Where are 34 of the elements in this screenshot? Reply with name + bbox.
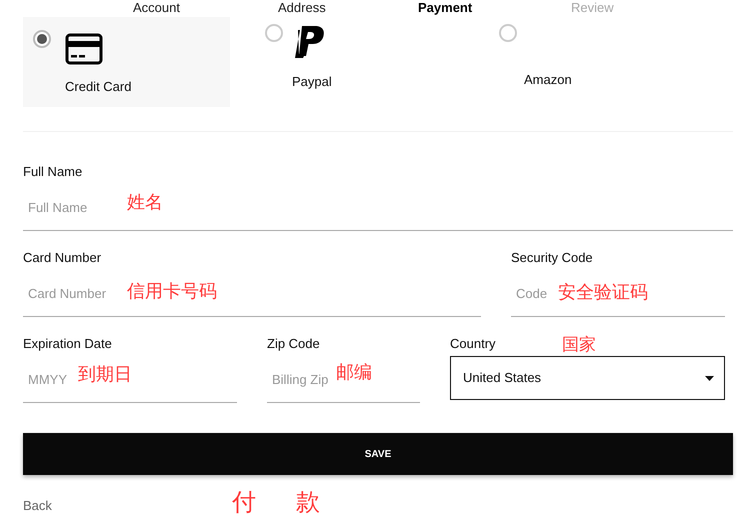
annotation-text: 付款 [232, 488, 360, 518]
field-label: Expiration Date [23, 335, 112, 350]
annotation-text: 安全验证码 [558, 280, 648, 304]
input-field[interactable]: Full Name [28, 198, 123, 218]
input-field[interactable]: Card Number [28, 284, 123, 304]
step-label[interactable]: Account [133, 0, 180, 15]
input-field[interactable]: MMYY [28, 370, 72, 390]
annotation-text: 邮编 [336, 360, 372, 384]
radio-button[interactable] [265, 24, 283, 42]
step-label[interactable]: Address [278, 0, 326, 15]
input-field[interactable]: Code [516, 284, 552, 304]
caret-icon [705, 376, 714, 380]
payment-option-label: Paypal [292, 73, 332, 91]
radio-button[interactable] [499, 24, 517, 42]
payment-option[interactable]: Credit Card [23, 17, 230, 107]
field-label: Zip Code [267, 335, 320, 350]
annotation-text: 国家 [562, 334, 596, 356]
annotation-text: 姓名 [127, 190, 163, 214]
payment-option-label: Credit Card [65, 78, 132, 96]
radio-button[interactable] [33, 30, 51, 48]
annotation-text: 信用卡号码 [127, 280, 217, 302]
field-label: Card Number [23, 249, 102, 264]
field-label: Country [450, 335, 496, 350]
save-button[interactable]: SAVE [23, 433, 733, 475]
payment-option-label: Amazon [524, 71, 572, 89]
paypal-logo-icon [293, 24, 327, 60]
credit-card-icon [65, 33, 103, 65]
input-field[interactable]: Billing Zip [272, 370, 334, 390]
field-label: Security Code [511, 249, 593, 264]
field-label: Full Name [23, 163, 82, 178]
back-link[interactable]: Back [23, 496, 52, 516]
country-select[interactable]: United States [450, 356, 725, 400]
step-label[interactable]: Payment [418, 0, 472, 15]
annotation-text: 到期日 [78, 362, 132, 386]
